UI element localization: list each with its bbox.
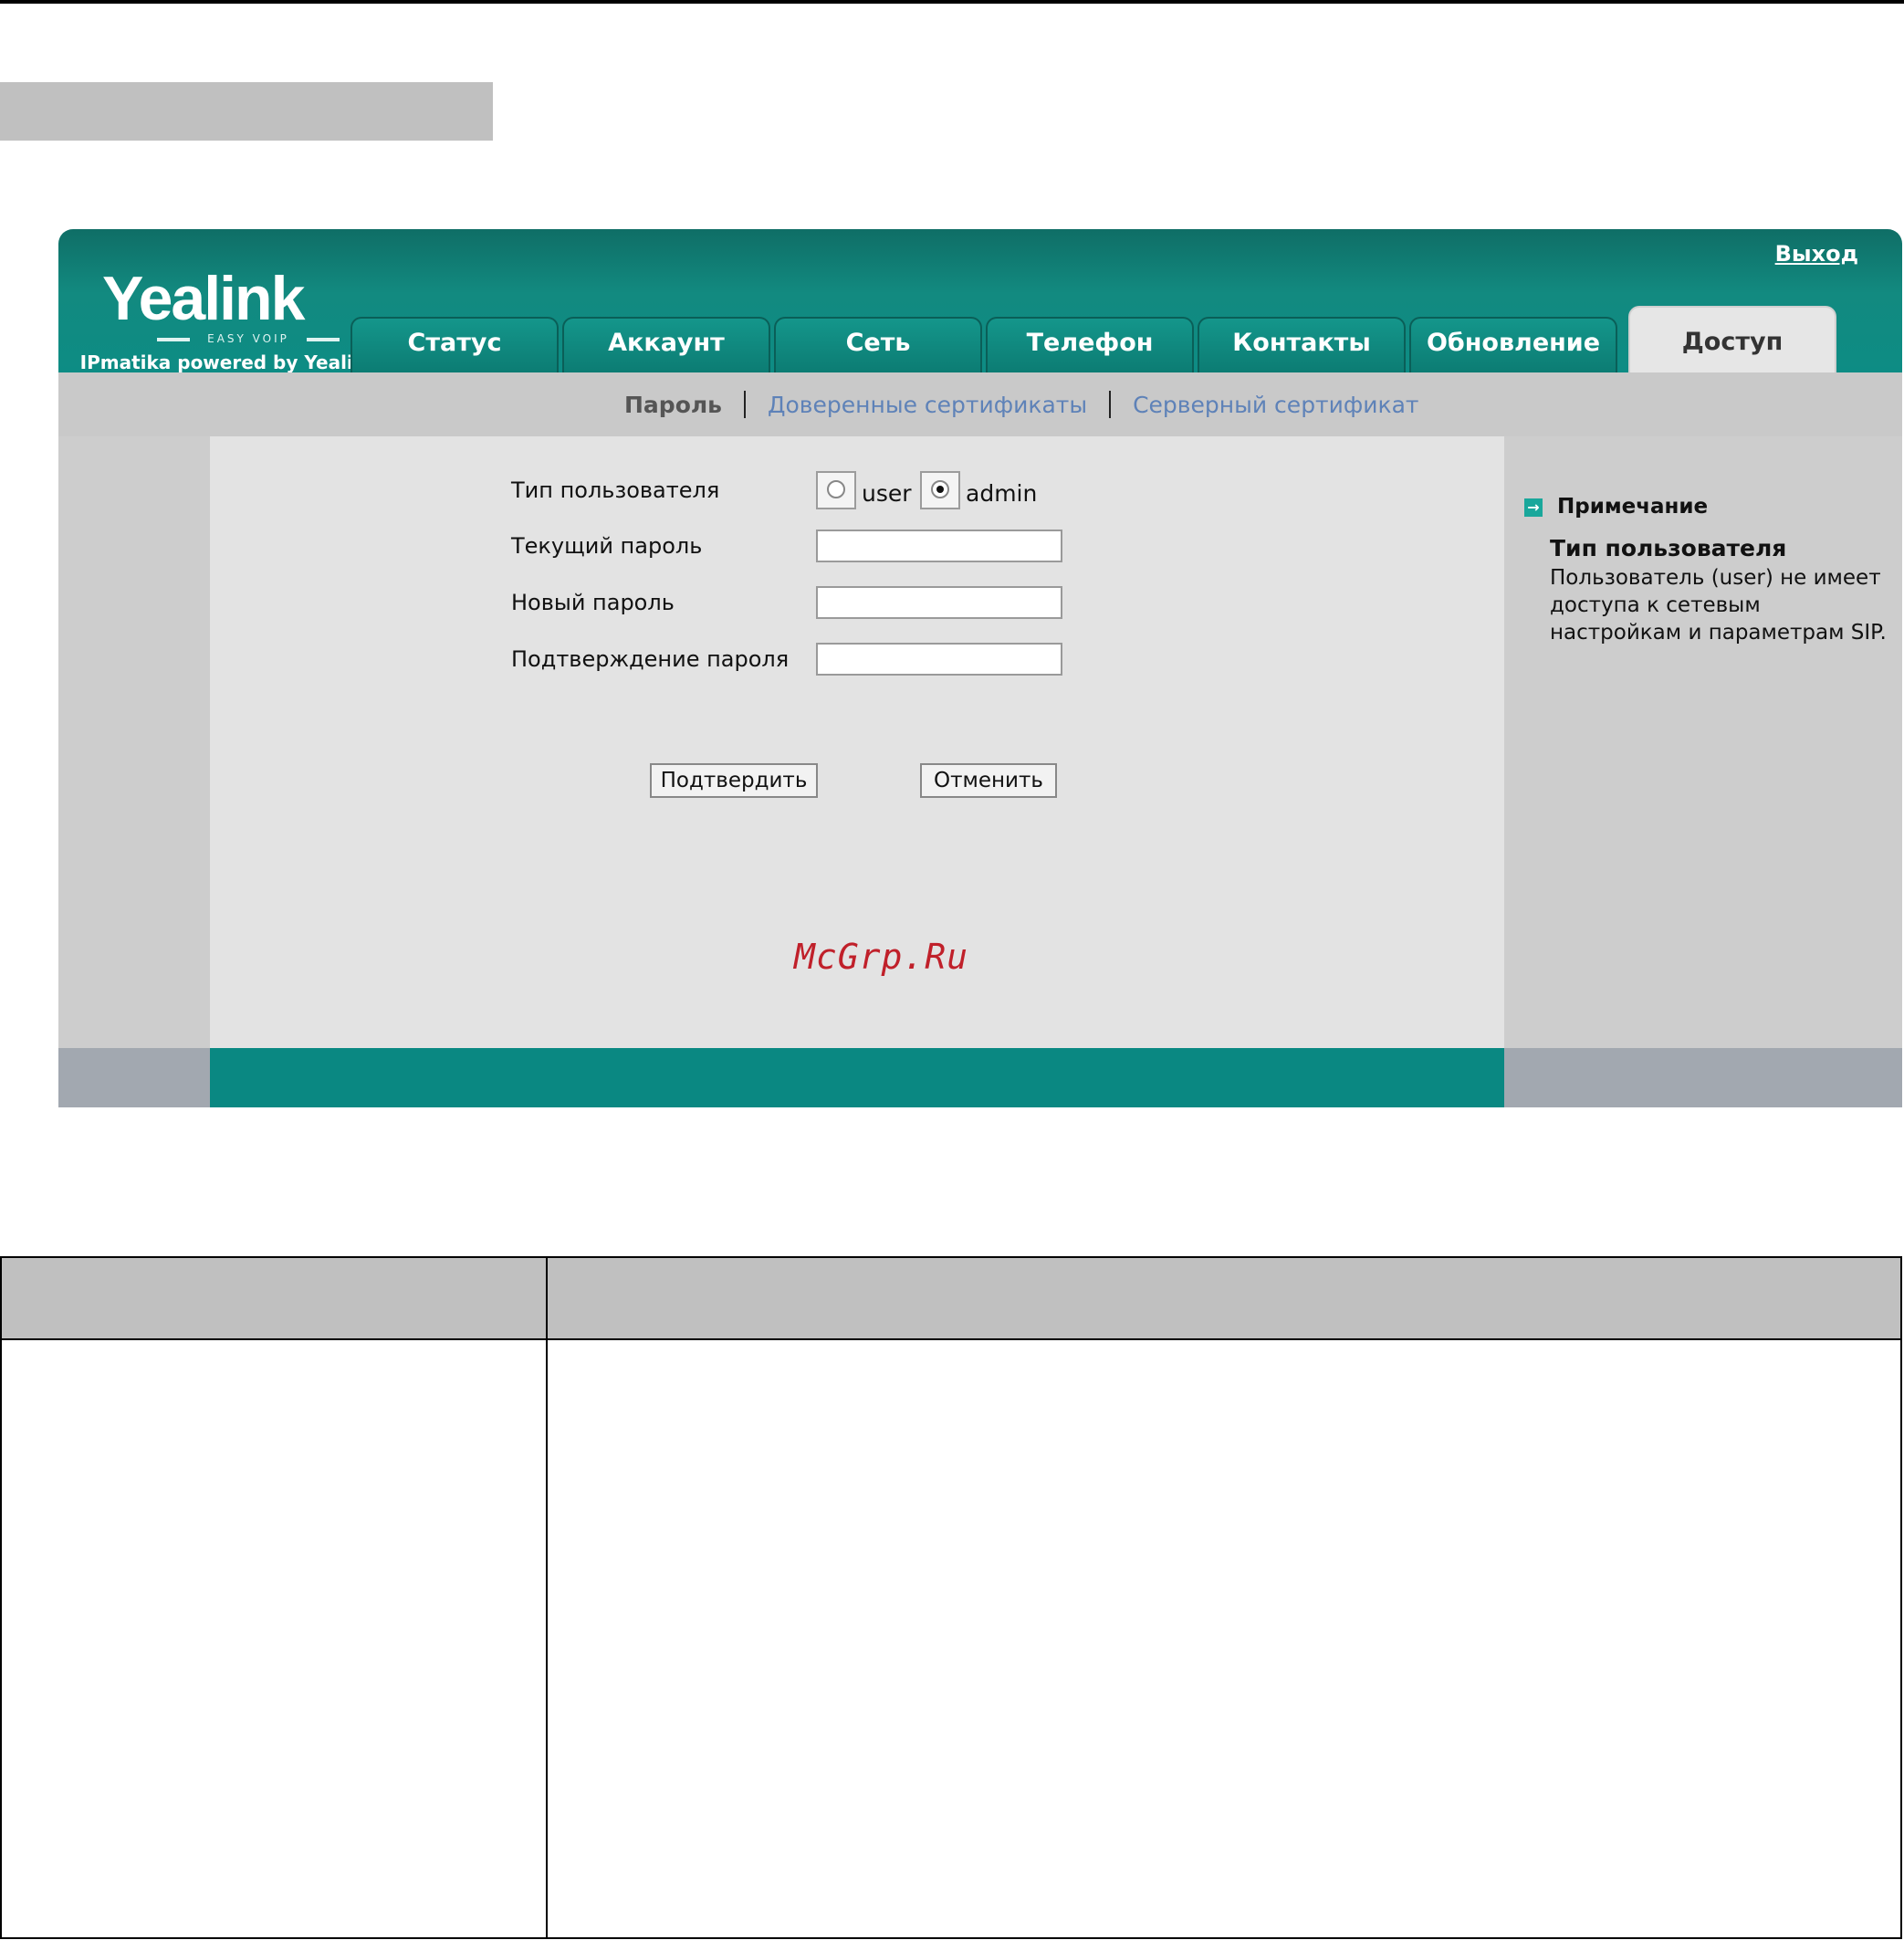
tab-phone[interactable]: Телефон <box>986 317 1194 372</box>
page-top-rule <box>0 0 1904 4</box>
tab-network[interactable]: Сеть <box>774 317 982 372</box>
tab-upgrade[interactable]: Обновление <box>1409 317 1617 372</box>
radio-admin[interactable] <box>920 471 960 509</box>
radio-user[interactable] <box>816 471 856 509</box>
table-row <box>0 1338 1902 1939</box>
user-type-label: Тип пользователя <box>511 477 720 503</box>
main-tabs: Статус Аккаунт Сеть Телефон Контакты Обн… <box>350 306 1902 372</box>
yealink-logo: Yealink EASY VOIP IPmatika powered by Ye… <box>78 262 379 373</box>
logo-subtitle: EASY VOIP <box>157 331 340 346</box>
logo-wordmark: Yealink <box>102 264 305 333</box>
submit-button[interactable]: Подтвердить <box>650 763 818 798</box>
section-heading-bar <box>0 82 493 141</box>
subnav-divider <box>743 391 746 418</box>
tab-status[interactable]: Статус <box>350 317 559 372</box>
sub-navigation: Пароль Доверенные сертификаты Серверный … <box>58 372 1902 436</box>
new-password-input[interactable] <box>816 586 1062 619</box>
tab-contacts[interactable]: Контакты <box>1198 317 1406 372</box>
logout-link[interactable]: Выход <box>1775 238 1858 269</box>
new-password-label: Новый пароль <box>511 590 675 615</box>
footer-right <box>1504 1048 1902 1107</box>
current-password-input[interactable] <box>816 530 1062 562</box>
confirm-password-input[interactable] <box>816 643 1062 676</box>
subnav-password[interactable]: Пароль <box>624 392 722 418</box>
confirm-password-label: Подтверждение пароля <box>511 646 790 672</box>
logo-tagline: IPmatika powered by Yealink <box>79 351 379 373</box>
radio-user-label: user <box>862 480 912 507</box>
arrow-right-icon: → <box>1524 498 1543 517</box>
table-header-cell <box>546 1256 1902 1340</box>
note-heading: Тип пользователя <box>1550 535 1787 561</box>
note-title: Примечание <box>1557 495 1709 519</box>
password-form-panel: Тип пользователя user admin Текущий паро… <box>210 436 1504 1048</box>
table-cell <box>0 1338 548 1939</box>
left-gutter <box>58 436 210 1048</box>
current-password-label: Текущий пароль <box>511 533 703 559</box>
subnav-server-certificate[interactable]: Серверный сертификат <box>1133 392 1418 418</box>
subnav-divider <box>1109 391 1112 418</box>
web-ui-screenshot: Yealink EASY VOIP IPmatika powered by Ye… <box>58 229 1902 1107</box>
document-table <box>0 1256 1902 1939</box>
table-header-cell <box>0 1256 548 1340</box>
note-body: Пользователь (user) не имеет доступа к с… <box>1550 566 1887 645</box>
tab-security[interactable]: Доступ <box>1628 306 1836 372</box>
tab-account[interactable]: Аккаунт <box>562 317 770 372</box>
table-header-row <box>0 1256 1902 1340</box>
radio-admin-label: admin <box>966 480 1038 507</box>
header-bar: Yealink EASY VOIP IPmatika powered by Ye… <box>58 229 1902 373</box>
table-cell <box>546 1338 1902 1939</box>
note-panel: → Примечание Тип пользователя Пользовате… <box>1504 436 1902 1048</box>
radio-user-indicator <box>827 480 845 498</box>
subnav-trusted-certificates[interactable]: Доверенные сертификаты <box>768 392 1087 418</box>
radio-admin-indicator <box>931 480 949 498</box>
footer-left <box>58 1048 210 1107</box>
footer-bar <box>210 1048 1504 1107</box>
watermark-text: McGrp.Ru <box>794 937 969 977</box>
cancel-button[interactable]: Отменить <box>920 763 1057 798</box>
